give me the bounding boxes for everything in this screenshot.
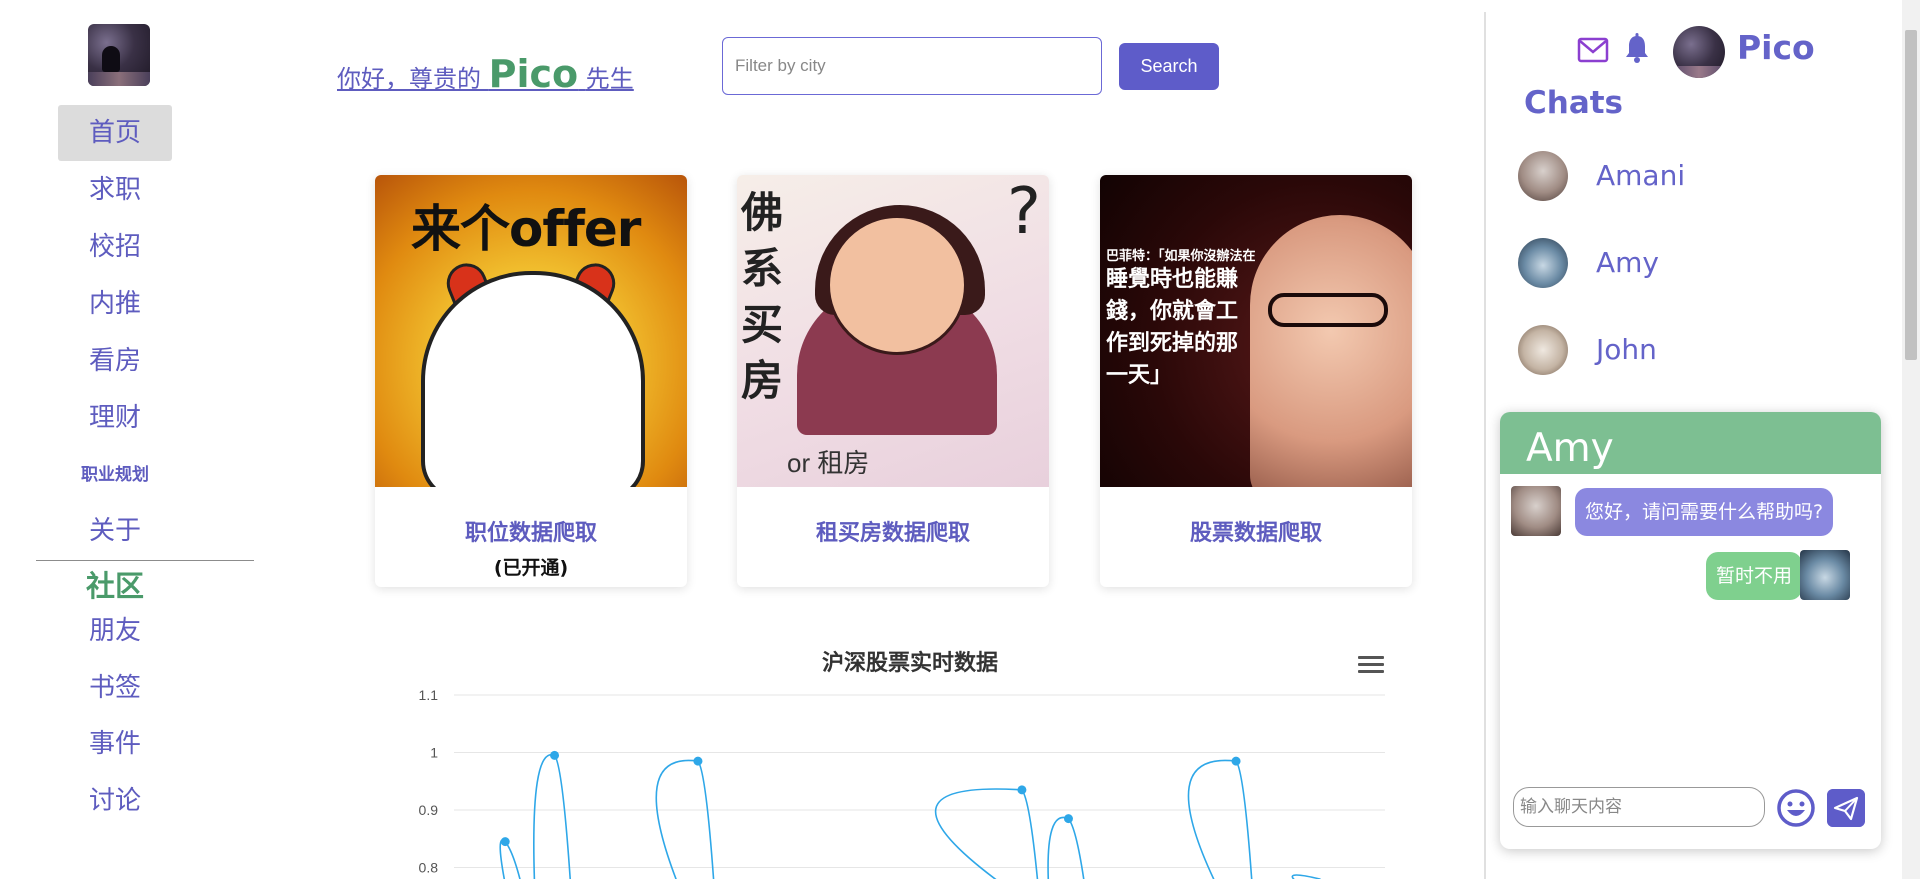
sidebar: 首页 求职 校招 内推 看房 理财 职业规划 关于 社区 朋友 书签 事件 讨论 (0, 0, 254, 879)
nav-about[interactable]: 关于 (58, 503, 172, 559)
chart-series-line (499, 753, 1321, 879)
avatar (1511, 486, 1561, 536)
right-panel-divider (1484, 12, 1486, 879)
nav-bookmarks[interactable]: 书签 (58, 660, 172, 716)
card-job-data[interactable]: 来个offer 职位数据爬取 (已开通) (375, 175, 687, 587)
card-image-housing: 佛系买房 ? or 租房 (737, 175, 1049, 487)
figure-face-shape (827, 215, 967, 355)
chat-partner-name: Amy (1526, 426, 1614, 471)
nav-home[interactable]: 首页 (58, 105, 172, 161)
chart-y-tick-label: 0.9 (419, 802, 439, 818)
greeting-suffix: 先生 (585, 65, 634, 93)
message-bubble: 暂时不用 (1706, 552, 1803, 600)
page-scrollbar[interactable] (1902, 0, 1920, 879)
chat-item-amy[interactable]: Amy (1518, 228, 1878, 298)
community-heading: 社区 (85, 569, 144, 603)
scrollbar-thumb[interactable] (1905, 30, 1917, 360)
card-title: 职位数据爬取 (464, 521, 597, 546)
chart-data-point[interactable] (1017, 785, 1027, 795)
sidebar-avatar[interactable] (88, 24, 150, 86)
card-image-subtext: or 租房 (787, 448, 870, 478)
chats-heading: Chats (1524, 85, 1624, 121)
chart-y-tick-label: 1 (430, 745, 438, 761)
greeting[interactable]: 你好，尊贵的 Pico 先生 (337, 52, 634, 96)
card-title: 租买房数据爬取 (815, 521, 970, 546)
question-mark-icon: ? (1007, 175, 1041, 249)
card-image-text: 佛系买房 (741, 188, 784, 405)
mail-icon[interactable] (1577, 37, 1609, 63)
nav-discussion[interactable]: 讨论 (58, 773, 172, 829)
chat-contact-name: John (1596, 333, 1657, 366)
page: 首页 求职 校招 内推 看房 理财 职业规划 关于 社区 朋友 书签 事件 讨论… (0, 0, 1920, 879)
greeting-username: Pico (488, 52, 579, 96)
nav-events[interactable]: 事件 (58, 716, 172, 772)
chat-window: Amy 您好，请问需要什么帮助吗? 暂时不用 (1500, 412, 1881, 849)
chart-data-point[interactable] (1231, 756, 1241, 766)
chat-header: Amy (1500, 412, 1881, 474)
glasses-shape (1268, 293, 1388, 327)
emoji-icon[interactable] (1776, 788, 1816, 828)
avatar (1800, 550, 1850, 600)
chat-item-john[interactable]: John (1518, 315, 1878, 385)
nav-jobs[interactable]: 求职 (58, 162, 172, 218)
card-image-quote: 巴菲特：「如果你沒辦法在 睡覺時也能賺錢，你就會工作到死掉的那一天」 (1106, 245, 1256, 392)
nav-referral[interactable]: 内推 (58, 276, 172, 332)
greeting-prefix: 你好，尊贵的 (337, 65, 481, 93)
portrait-shape (1250, 215, 1412, 487)
card-status: (已开通) (493, 557, 569, 579)
card-stock-data[interactable]: 巴菲特：「如果你沒辦法在 睡覺時也能賺錢，你就會工作到死掉的那一天」 股票数据爬… (1100, 175, 1412, 587)
quote-small-text: 巴菲特：「如果你沒辦法在 (1106, 249, 1256, 264)
quote-large-text: 睡覺時也能賺錢，你就會工作到死掉的那一天」 (1106, 267, 1239, 388)
card-image-offer: 来个offer (375, 175, 687, 487)
chat-input[interactable] (1513, 787, 1765, 827)
chart-y-tick-label: 0.8 (419, 860, 439, 876)
chart-data-point[interactable] (500, 837, 510, 847)
user-name[interactable]: Pico (1737, 28, 1815, 67)
nav-housing[interactable]: 看房 (58, 333, 172, 389)
chat-contact-name: Amy (1596, 246, 1659, 279)
card-image-text: 来个offer (411, 200, 641, 258)
chat-contact-name: Amani (1596, 159, 1686, 192)
chart-data-point[interactable] (693, 756, 703, 766)
chat-item-amani[interactable]: Amani (1518, 141, 1878, 211)
bell-icon[interactable] (1623, 33, 1651, 65)
chart-data-point[interactable] (1063, 814, 1073, 824)
avatar (1518, 151, 1568, 201)
chart-data-point[interactable] (550, 750, 560, 760)
user-avatar[interactable] (1673, 26, 1725, 78)
message-bubble: 您好，请问需要什么帮助吗? (1575, 488, 1834, 536)
card-image-stock: 巴菲特：「如果你沒辦法在 睡覺時也能賺錢，你就會工作到死掉的那一天」 (1100, 175, 1412, 487)
avatar (1518, 325, 1568, 375)
nav-campus[interactable]: 校招 (58, 219, 172, 275)
card-title: 股票数据爬取 (1189, 521, 1322, 546)
nav-career[interactable]: 职业规划 (58, 447, 172, 503)
avatar (1518, 238, 1568, 288)
mascot-shape (421, 271, 645, 487)
stock-line-chart: 1.1 1 0.9 0.8 (419, 687, 1385, 879)
search-button[interactable]: Search (1119, 43, 1219, 90)
city-filter-input[interactable] (722, 37, 1102, 95)
nav-finance[interactable]: 理财 (58, 390, 172, 446)
card-housing-data[interactable]: 佛系买房 ? or 租房 租买房数据爬取 (737, 175, 1049, 587)
nav-friends[interactable]: 朋友 (58, 603, 172, 659)
sidebar-divider (36, 560, 254, 561)
send-button[interactable] (1827, 789, 1865, 827)
chart-y-tick-label: 1.1 (419, 687, 439, 703)
